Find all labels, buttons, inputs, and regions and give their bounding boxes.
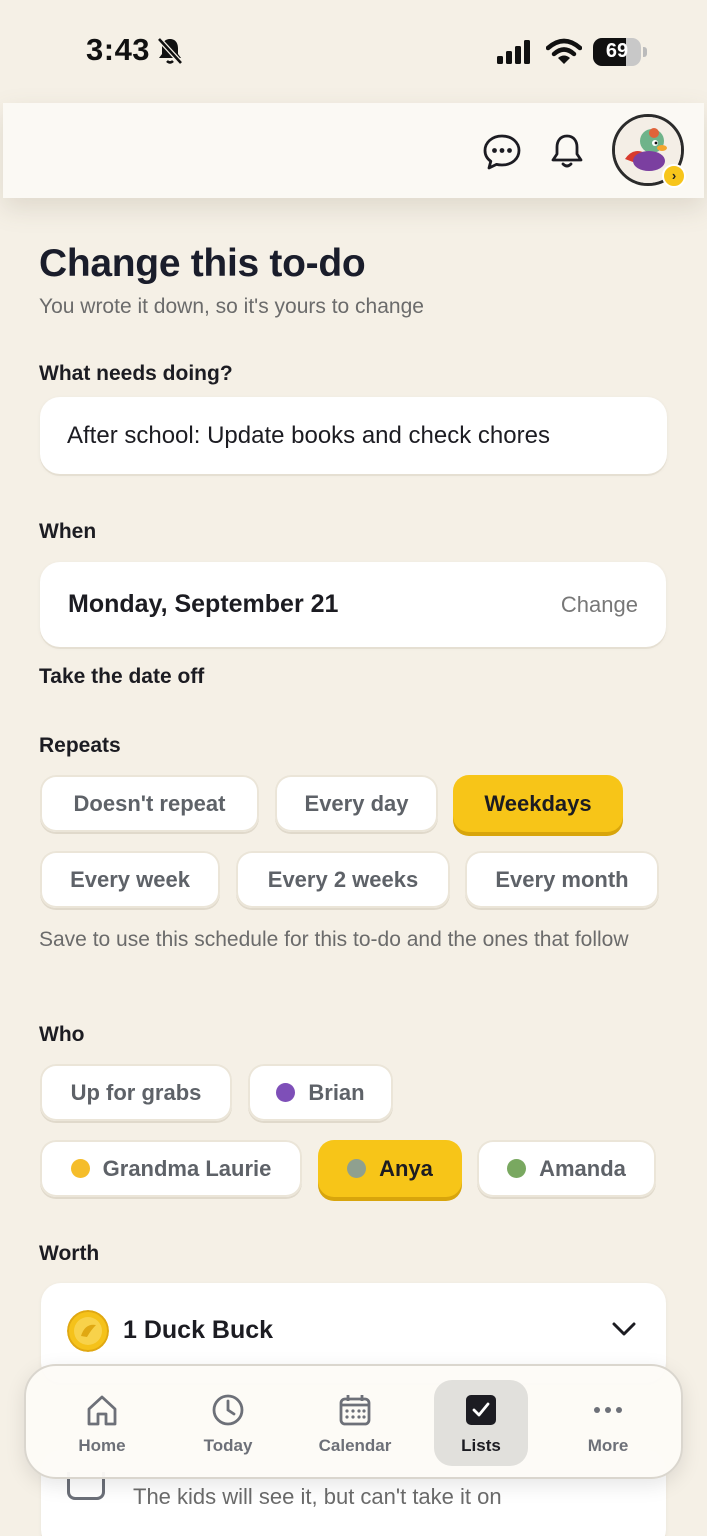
- task-label: What needs doing?: [39, 362, 233, 385]
- repeat-option-every-month[interactable]: Every month: [465, 851, 659, 908]
- who-option-anya[interactable]: Anya: [318, 1140, 462, 1197]
- checkbox-icon: [466, 1395, 496, 1425]
- tab-more[interactable]: More: [561, 1380, 655, 1466]
- chat-bubble-icon[interactable]: [482, 132, 522, 172]
- page-title: Change this to-do: [39, 242, 366, 285]
- page-subtitle: You wrote it down, so it's yours to chan…: [39, 295, 424, 318]
- kids-visibility-text: The kids will see it, but can't take it …: [133, 1484, 502, 1509]
- status-time: 3:43: [86, 32, 151, 67]
- worth-label: Worth: [39, 1242, 100, 1265]
- who-option-amanda[interactable]: Amanda: [477, 1140, 656, 1197]
- person-color-dot: [347, 1159, 367, 1178]
- top-header: ›: [3, 103, 704, 198]
- tab-today[interactable]: Today: [181, 1380, 275, 1466]
- who-option-grandma-laurie[interactable]: Grandma Laurie: [40, 1140, 302, 1197]
- when-label: When: [39, 520, 97, 543]
- repeat-help-text: Save to use this schedule for this to-do…: [39, 928, 629, 951]
- task-input[interactable]: [40, 397, 667, 474]
- cellular-signal-icon: [497, 40, 530, 64]
- chevron-down-icon: [612, 1322, 636, 1336]
- battery-indicator: 69: [593, 38, 647, 66]
- repeat-option-doesnt-repeat[interactable]: Doesn't repeat: [40, 775, 259, 832]
- remove-date-link[interactable]: Take the date off: [39, 665, 204, 689]
- who-option-up-for-grabs[interactable]: Up for grabs: [40, 1064, 232, 1121]
- profile-chevron-icon: ›: [662, 164, 686, 188]
- tab-home[interactable]: Home: [55, 1380, 149, 1466]
- repeat-option-every-2-weeks[interactable]: Every 2 weeks: [236, 851, 450, 908]
- who-label: Who: [39, 1023, 85, 1046]
- clock-icon: [212, 1394, 244, 1426]
- calendar-icon: [339, 1395, 371, 1426]
- person-color-dot: [507, 1159, 527, 1178]
- tab-calendar[interactable]: Calendar: [308, 1380, 402, 1466]
- wifi-icon: [546, 38, 582, 64]
- person-color-dot: [70, 1159, 90, 1178]
- status-bar: 3:43 69: [0, 0, 707, 100]
- repeat-option-every-week[interactable]: Every week: [40, 851, 220, 908]
- tab-lists[interactable]: Lists: [434, 1380, 528, 1466]
- home-icon: [87, 1395, 117, 1426]
- repeat-option-every-day[interactable]: Every day: [275, 775, 438, 832]
- worth-value: 1 Duck Buck: [123, 1316, 274, 1344]
- person-color-dot: [276, 1083, 296, 1102]
- repeat-option-weekdays[interactable]: Weekdays: [453, 775, 623, 832]
- date-value: Monday, September 21: [68, 590, 339, 618]
- who-option-brian[interactable]: Brian: [248, 1064, 393, 1121]
- bell-slash-icon: [157, 37, 183, 65]
- bottom-tab-bar: Home Today Calendar Lists More: [24, 1364, 683, 1479]
- duck-buck-coin-icon: [67, 1310, 109, 1352]
- repeats-label: Repeats: [39, 734, 121, 757]
- battery-level: 69: [605, 40, 629, 62]
- bell-icon[interactable]: [547, 131, 587, 171]
- date-picker[interactable]: Monday, September 21 Change: [40, 562, 666, 647]
- change-date-button[interactable]: Change: [561, 592, 638, 618]
- more-dots-icon: [594, 1407, 622, 1413]
